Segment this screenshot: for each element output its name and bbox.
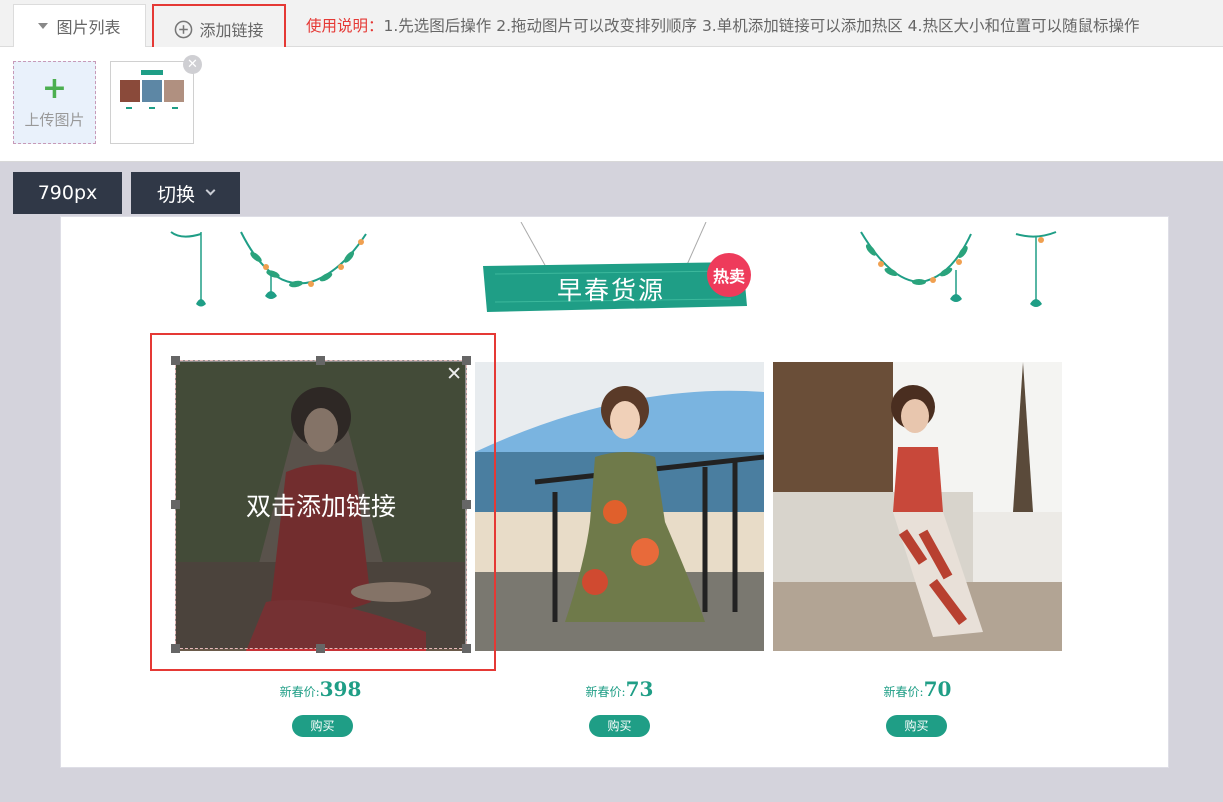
product-image-2[interactable]: [475, 362, 764, 651]
price-label: 新春价:: [585, 685, 626, 699]
price-label: 新春价:: [883, 685, 924, 699]
price-value: 70: [923, 677, 952, 701]
usage-instructions: 使用说明：1.先选图后操作 2.拖动图片可以改变排列顺序 3.单机添加链接可以添…: [306, 14, 1139, 36]
add-link-label: 添加链接: [199, 21, 264, 40]
product-image-3[interactable]: [773, 362, 1062, 651]
price-label: 新春价:: [279, 685, 320, 699]
hot-sale-badge: 热卖: [707, 253, 751, 297]
upload-image-button[interactable]: + 上传图片: [13, 61, 96, 144]
width-button[interactable]: 790px: [13, 172, 122, 214]
product-price-2: 新春价:73: [475, 677, 764, 701]
buy-button-1[interactable]: 购买: [292, 715, 353, 737]
selection-highlight-frame: [150, 333, 496, 671]
instructions-label: 使用说明：: [306, 17, 384, 35]
upload-image-label: 上传图片: [24, 111, 85, 129]
tab-image-list[interactable]: 图片列表: [13, 4, 146, 47]
buy-button-3[interactable]: 购买: [886, 715, 947, 737]
buy-button-2[interactable]: 购买: [589, 715, 650, 737]
product-price-3: 新春价:70: [773, 677, 1062, 701]
chevron-down-icon: [205, 185, 216, 196]
switch-dropdown[interactable]: 切换: [131, 172, 240, 214]
image-thumbnail[interactable]: [110, 61, 194, 144]
plus-circle-icon: [175, 20, 193, 38]
price-value: 398: [319, 677, 362, 701]
vine-decoration-left: [170, 231, 367, 307]
plus-icon: +: [41, 71, 68, 106]
product-price-1: 新春价:398: [176, 677, 465, 701]
banner-title: 早春货源: [556, 276, 665, 305]
vine-decoration-right: [860, 231, 1057, 307]
tab-bar: 图片列表 添加链接 使用说明：1.先选图后操作 2.拖动图片可以改变排列顺序 3…: [0, 0, 1223, 54]
remove-thumbnail-button[interactable]: ✕: [183, 55, 202, 74]
instructions-text: 1.先选图后操作 2.拖动图片可以改变排列顺序 3.单机添加链接可以添加热区 4…: [383, 17, 1140, 35]
thumbnail-preview: [120, 70, 184, 109]
switch-label: 切换: [156, 183, 195, 206]
price-value: 73: [625, 677, 654, 701]
tab-image-list-label: 图片列表: [56, 18, 121, 37]
caret-down-icon: [38, 23, 49, 29]
banner-strings: [520, 222, 707, 267]
